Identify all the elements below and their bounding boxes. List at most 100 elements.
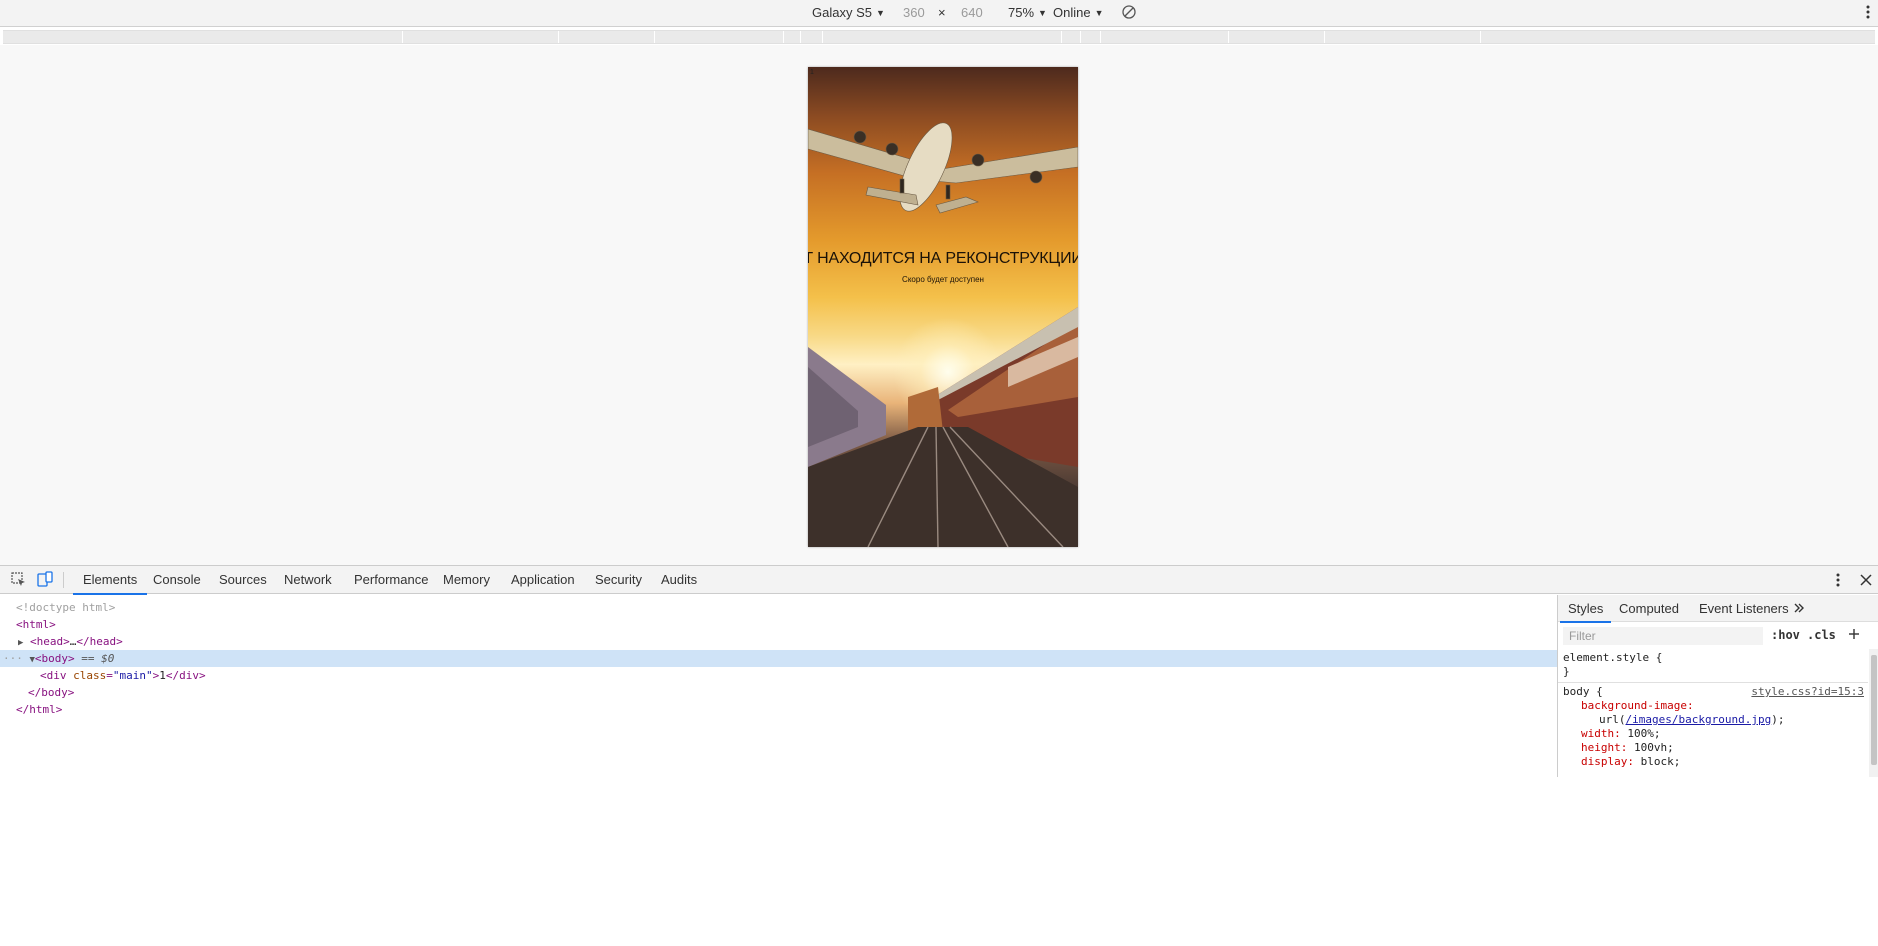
media-bar-divider bbox=[558, 31, 559, 43]
tab-event-listeners[interactable]: Event Listeners bbox=[1699, 595, 1789, 622]
url-prefix: url( bbox=[1599, 713, 1626, 726]
div-attr-value: "main" bbox=[112, 669, 153, 682]
url-suffix: ); bbox=[1771, 713, 1785, 726]
network-throttle-select[interactable]: Online ▼ bbox=[1053, 5, 1104, 20]
media-bar-divider bbox=[1080, 31, 1081, 43]
tab-security[interactable]: Security bbox=[595, 566, 642, 594]
tab-memory[interactable]: Memory bbox=[443, 566, 490, 594]
styles-rules[interactable]: element.style { } body { style.css?id=15… bbox=[1558, 649, 1868, 777]
prop-height: height: bbox=[1581, 741, 1628, 754]
head-open-tag: <head> bbox=[30, 635, 70, 648]
div-attr-name: class bbox=[73, 669, 107, 682]
tab-elements[interactable]: Elements bbox=[72, 566, 148, 595]
styles-scrollbar[interactable] bbox=[1869, 649, 1878, 777]
element-style-close: } bbox=[1563, 665, 1570, 678]
media-bar-divider bbox=[1061, 31, 1062, 43]
tree-node-head[interactable]: ▶ <head>…</head> bbox=[0, 633, 1557, 650]
tab-audits[interactable]: Audits bbox=[661, 566, 697, 594]
device-caret-icon: ▼ bbox=[875, 8, 885, 18]
expand-triangle-icon[interactable]: ▶ bbox=[18, 638, 23, 648]
more-vertical-icon[interactable] bbox=[1836, 572, 1840, 588]
media-bar-divider bbox=[800, 31, 801, 43]
styles-filter-input[interactable] bbox=[1563, 627, 1763, 645]
div-open-tag: <div bbox=[40, 669, 67, 682]
media-bar-divider bbox=[1480, 31, 1481, 43]
div-close-tag: </div> bbox=[165, 669, 206, 682]
rule-divider bbox=[1558, 682, 1868, 683]
styles-tabbar: Styles Computed Event Listeners bbox=[1558, 595, 1878, 623]
body-open-tag: <body> bbox=[34, 652, 75, 665]
prop-display: display: bbox=[1581, 755, 1634, 768]
prop-width: width: bbox=[1581, 727, 1621, 740]
background-url-link[interactable]: /images/background.jpg bbox=[1626, 713, 1772, 726]
plus-icon[interactable] bbox=[1847, 627, 1861, 641]
device-toggle-icon[interactable] bbox=[37, 571, 53, 587]
device-name: Galaxy S5 bbox=[812, 5, 872, 20]
height-input[interactable]: 640 bbox=[961, 5, 983, 20]
tabbar-divider bbox=[63, 572, 64, 588]
device-toolbar: Galaxy S5 ▼ 360 × 640 75% ▼ Online ▼ bbox=[0, 0, 1878, 27]
tab-console[interactable]: Console bbox=[153, 566, 201, 594]
scrollbar-thumb[interactable] bbox=[1871, 655, 1877, 765]
media-bar-divider bbox=[654, 31, 655, 43]
more-vertical-icon[interactable] bbox=[1866, 4, 1870, 20]
tree-node-doctype[interactable]: <!doctype html> bbox=[0, 599, 1557, 616]
background-image bbox=[808, 122, 1078, 547]
devtools-panel: Elements Console Sources Network Perform… bbox=[0, 565, 1878, 777]
selected-node-marker: == $0 bbox=[81, 652, 115, 665]
site-subheading: Скоро будет доступен bbox=[902, 275, 984, 284]
double-chevron-icon[interactable] bbox=[1793, 602, 1805, 614]
tab-sources[interactable]: Sources bbox=[219, 566, 267, 594]
airplane-illustration bbox=[808, 122, 1078, 214]
device-select[interactable]: Galaxy S5 ▼ bbox=[812, 5, 885, 20]
tree-node-body-close[interactable]: </body> bbox=[0, 684, 1557, 701]
devtools-tabbar: Elements Console Sources Network Perform… bbox=[0, 566, 1878, 595]
prop-background-image: background-image: bbox=[1581, 699, 1694, 712]
zoom-select[interactable]: 75% ▼ bbox=[1008, 5, 1047, 20]
value-width: 100%; bbox=[1620, 727, 1661, 740]
node-actions-dots[interactable]: ··· bbox=[3, 652, 23, 665]
tab-application[interactable]: Application bbox=[511, 566, 575, 594]
head-close-tag: </head> bbox=[76, 635, 123, 648]
close-icon[interactable] bbox=[1859, 573, 1873, 587]
rotate-icon[interactable] bbox=[1121, 4, 1137, 20]
elements-tree[interactable]: <!doctype html> <html> ▶ <head>…</head> … bbox=[0, 595, 1557, 777]
page-body-text: 1 bbox=[810, 69, 814, 76]
width-input[interactable]: 360 bbox=[903, 5, 925, 20]
decl-background-image[interactable]: background-image: bbox=[1581, 699, 1694, 713]
media-bar-divider bbox=[402, 31, 403, 43]
decl-height[interactable]: height: 100vh; bbox=[1581, 741, 1674, 755]
media-query-bar[interactable] bbox=[3, 30, 1875, 44]
tree-node-html[interactable]: <html> bbox=[0, 616, 1557, 633]
media-bar-divider bbox=[822, 31, 823, 43]
decl-width[interactable]: width: 100%; bbox=[1581, 727, 1661, 741]
device-screen[interactable]: 1 Т НАХОДИТСЯ НА РЕКОНСТРУКЦИИ Скоро буд… bbox=[808, 67, 1078, 547]
tab-network[interactable]: Network bbox=[284, 566, 332, 594]
device-viewport-area: 1 Т НАХОДИТСЯ НА РЕКОНСТРУКЦИИ Скоро буд… bbox=[0, 45, 1878, 565]
dimension-separator: × bbox=[938, 5, 946, 20]
tab-computed[interactable]: Computed bbox=[1619, 595, 1679, 622]
stylesheet-source-link[interactable]: style.css?id=15:3 bbox=[1751, 685, 1864, 699]
class-toggle-button[interactable]: .cls bbox=[1807, 628, 1836, 642]
media-bar-divider bbox=[783, 31, 784, 43]
media-bar-divider bbox=[1324, 31, 1325, 43]
media-bar-divider bbox=[1100, 31, 1101, 43]
network-caret-icon: ▼ bbox=[1094, 8, 1104, 18]
tree-node-body-selected[interactable]: ··· ▼<body> == $0 bbox=[0, 650, 1557, 667]
tree-node-html-close[interactable]: </html> bbox=[0, 701, 1557, 718]
hover-state-button[interactable]: :hov bbox=[1771, 628, 1800, 642]
tree-node-div-main[interactable]: <div class="main">1</div> bbox=[0, 667, 1557, 684]
element-style-selector[interactable]: element.style { bbox=[1563, 651, 1662, 665]
decl-background-image-value[interactable]: url(/images/background.jpg); bbox=[1599, 713, 1784, 727]
div-text-content: 1 bbox=[159, 669, 166, 682]
zoom-caret-icon: ▼ bbox=[1038, 8, 1047, 18]
tab-performance[interactable]: Performance bbox=[354, 566, 428, 594]
decl-display[interactable]: display: block; bbox=[1581, 755, 1680, 769]
body-rule-selector[interactable]: body { bbox=[1563, 685, 1603, 699]
inspect-element-icon[interactable] bbox=[11, 572, 26, 587]
value-height: 100vh; bbox=[1627, 741, 1674, 754]
html-close-tag: </html> bbox=[16, 703, 63, 716]
media-bar-divider bbox=[1228, 31, 1229, 43]
styles-pane: Styles Computed Event Listeners :hov .cl… bbox=[1557, 595, 1878, 777]
tab-styles[interactable]: Styles bbox=[1559, 595, 1612, 623]
